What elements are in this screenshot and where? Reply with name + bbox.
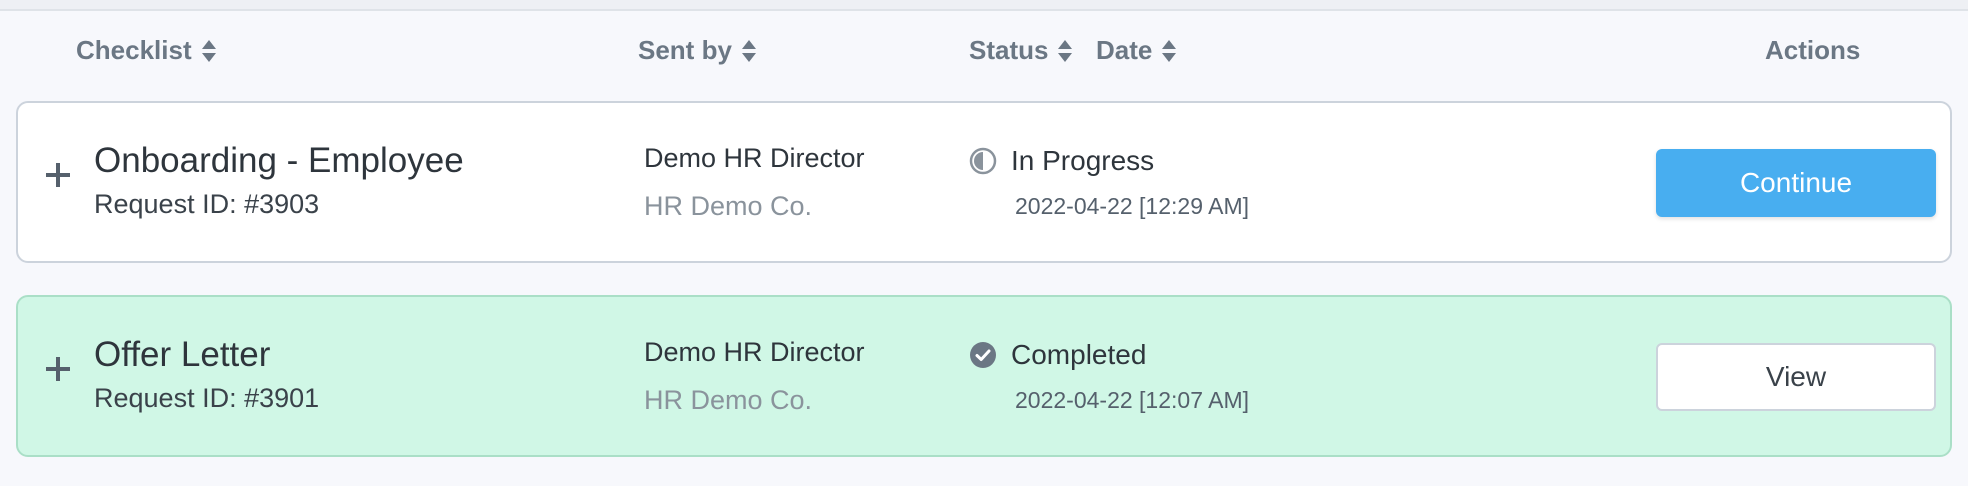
- check-circle-icon: [969, 341, 997, 369]
- table-header: Checklist Sent by Status Date Actions: [0, 11, 1968, 91]
- table-row: Onboarding - Employee Request ID: #3903 …: [16, 101, 1952, 263]
- continue-button[interactable]: Continue: [1656, 149, 1936, 217]
- top-divider: [0, 0, 1968, 11]
- column-header-status-label: Status: [969, 35, 1049, 65]
- column-header-checklist-label: Checklist: [76, 35, 192, 65]
- expand-plus-icon[interactable]: [44, 355, 72, 383]
- column-header-sent-by[interactable]: Sent by: [638, 35, 756, 66]
- status-date: 2022-04-22 [12:07 AM]: [1015, 387, 1249, 413]
- expand-plus-icon[interactable]: [44, 161, 72, 189]
- sender-company: HR Demo Co.: [644, 191, 813, 221]
- column-header-actions-label: Actions: [1765, 35, 1861, 65]
- column-header-status[interactable]: Status: [969, 35, 1073, 66]
- sort-icon[interactable]: [1162, 38, 1177, 64]
- column-header-date-label: Date: [1096, 35, 1153, 65]
- column-header-date[interactable]: Date: [1096, 35, 1177, 66]
- request-id: Request ID: #3901: [94, 383, 320, 413]
- checklist-title: Onboarding - Employee: [94, 141, 464, 180]
- column-header-checklist[interactable]: Checklist: [76, 35, 216, 66]
- column-header-actions: Actions: [1765, 35, 1860, 66]
- sender-company: HR Demo Co.: [644, 385, 813, 415]
- column-header-sent-by-label: Sent by: [638, 35, 732, 65]
- sender-name: Demo HR Director: [644, 143, 865, 173]
- sender-name: Demo HR Director: [644, 337, 865, 367]
- status-label: In Progress: [1011, 145, 1155, 176]
- sort-icon[interactable]: [1058, 38, 1073, 64]
- sort-icon[interactable]: [741, 38, 756, 64]
- half-circle-progress-icon: [969, 147, 997, 175]
- sort-icon[interactable]: [201, 38, 216, 64]
- request-id: Request ID: #3903: [94, 189, 320, 219]
- view-button[interactable]: View: [1656, 343, 1936, 411]
- checklist-title: Offer Letter: [94, 335, 271, 374]
- table-row: Offer Letter Request ID: #3901 Demo HR D…: [16, 295, 1952, 457]
- status-date: 2022-04-22 [12:29 AM]: [1015, 193, 1249, 219]
- status-label: Completed: [1011, 339, 1147, 370]
